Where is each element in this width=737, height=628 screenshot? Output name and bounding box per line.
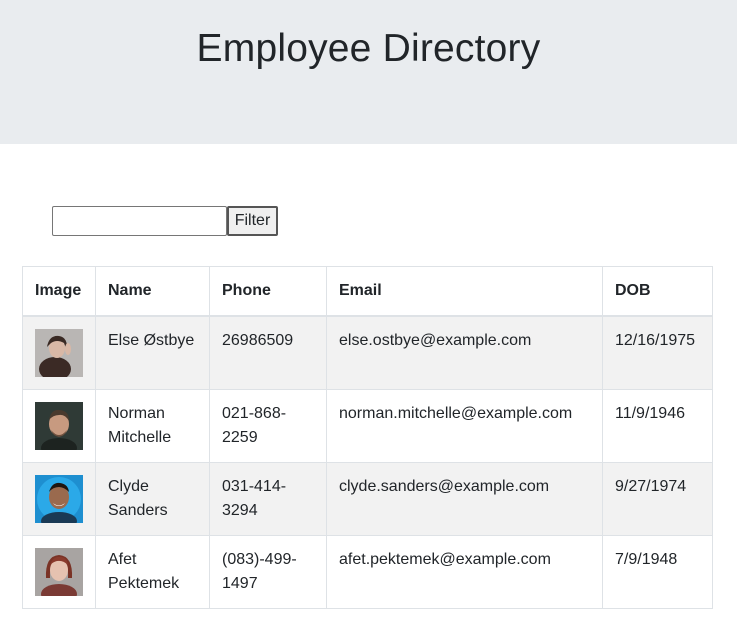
avatar	[35, 548, 83, 596]
dob-cell: 7/9/1948	[602, 535, 713, 609]
image-cell	[22, 462, 96, 536]
email-cell: clyde.sanders@example.com	[326, 462, 603, 536]
dob-cell: 9/27/1974	[602, 462, 713, 536]
email-cell: else.ostbye@example.com	[326, 315, 603, 390]
table-row: Norman Mitchelle 021-868-2259 norman.mit…	[22, 389, 713, 463]
image-cell	[22, 535, 96, 609]
column-header-name[interactable]: Name	[95, 266, 210, 317]
column-header-image[interactable]: Image	[22, 266, 96, 317]
phone-cell: 021-868-2259	[209, 389, 327, 463]
email-cell: afet.pektemek@example.com	[326, 535, 603, 609]
phone-cell: 26986509	[209, 315, 327, 390]
filter-button[interactable]: Filter	[227, 206, 278, 236]
filter-bar: Filter	[52, 206, 278, 236]
phone-cell: 031-414-3294	[209, 462, 327, 536]
table-row: Else Østbye 26986509 else.ostbye@example…	[22, 315, 713, 390]
employee-table-container: Image Name Phone Email DOB Else Østbye 2…	[22, 266, 713, 609]
page-header: Employee Directory	[0, 0, 737, 144]
dob-cell: 11/9/1946	[602, 389, 713, 463]
column-header-email[interactable]: Email	[326, 266, 603, 317]
table-row: Clyde Sanders 031-414-3294 clyde.sanders…	[22, 462, 713, 536]
name-cell: Afet Pektemek	[95, 535, 210, 609]
table-header-row: Image Name Phone Email DOB	[22, 266, 713, 317]
avatar	[35, 402, 83, 450]
column-header-phone[interactable]: Phone	[209, 266, 327, 317]
employee-table: Image Name Phone Email DOB Else Østbye 2…	[22, 266, 713, 609]
avatar	[35, 475, 83, 523]
filter-input[interactable]	[52, 206, 227, 236]
phone-cell: (083)-499-1497	[209, 535, 327, 609]
avatar	[35, 329, 83, 377]
image-cell	[22, 389, 96, 463]
email-cell: norman.mitchelle@example.com	[326, 389, 603, 463]
name-cell: Else Østbye	[95, 315, 210, 390]
dob-cell: 12/16/1975	[602, 315, 713, 390]
name-cell: Clyde Sanders	[95, 462, 210, 536]
page-title: Employee Directory	[196, 27, 541, 70]
column-header-dob[interactable]: DOB	[602, 266, 713, 317]
image-cell	[22, 315, 96, 390]
name-cell: Norman Mitchelle	[95, 389, 210, 463]
table-row: Afet Pektemek (083)-499-1497 afet.pektem…	[22, 535, 713, 609]
